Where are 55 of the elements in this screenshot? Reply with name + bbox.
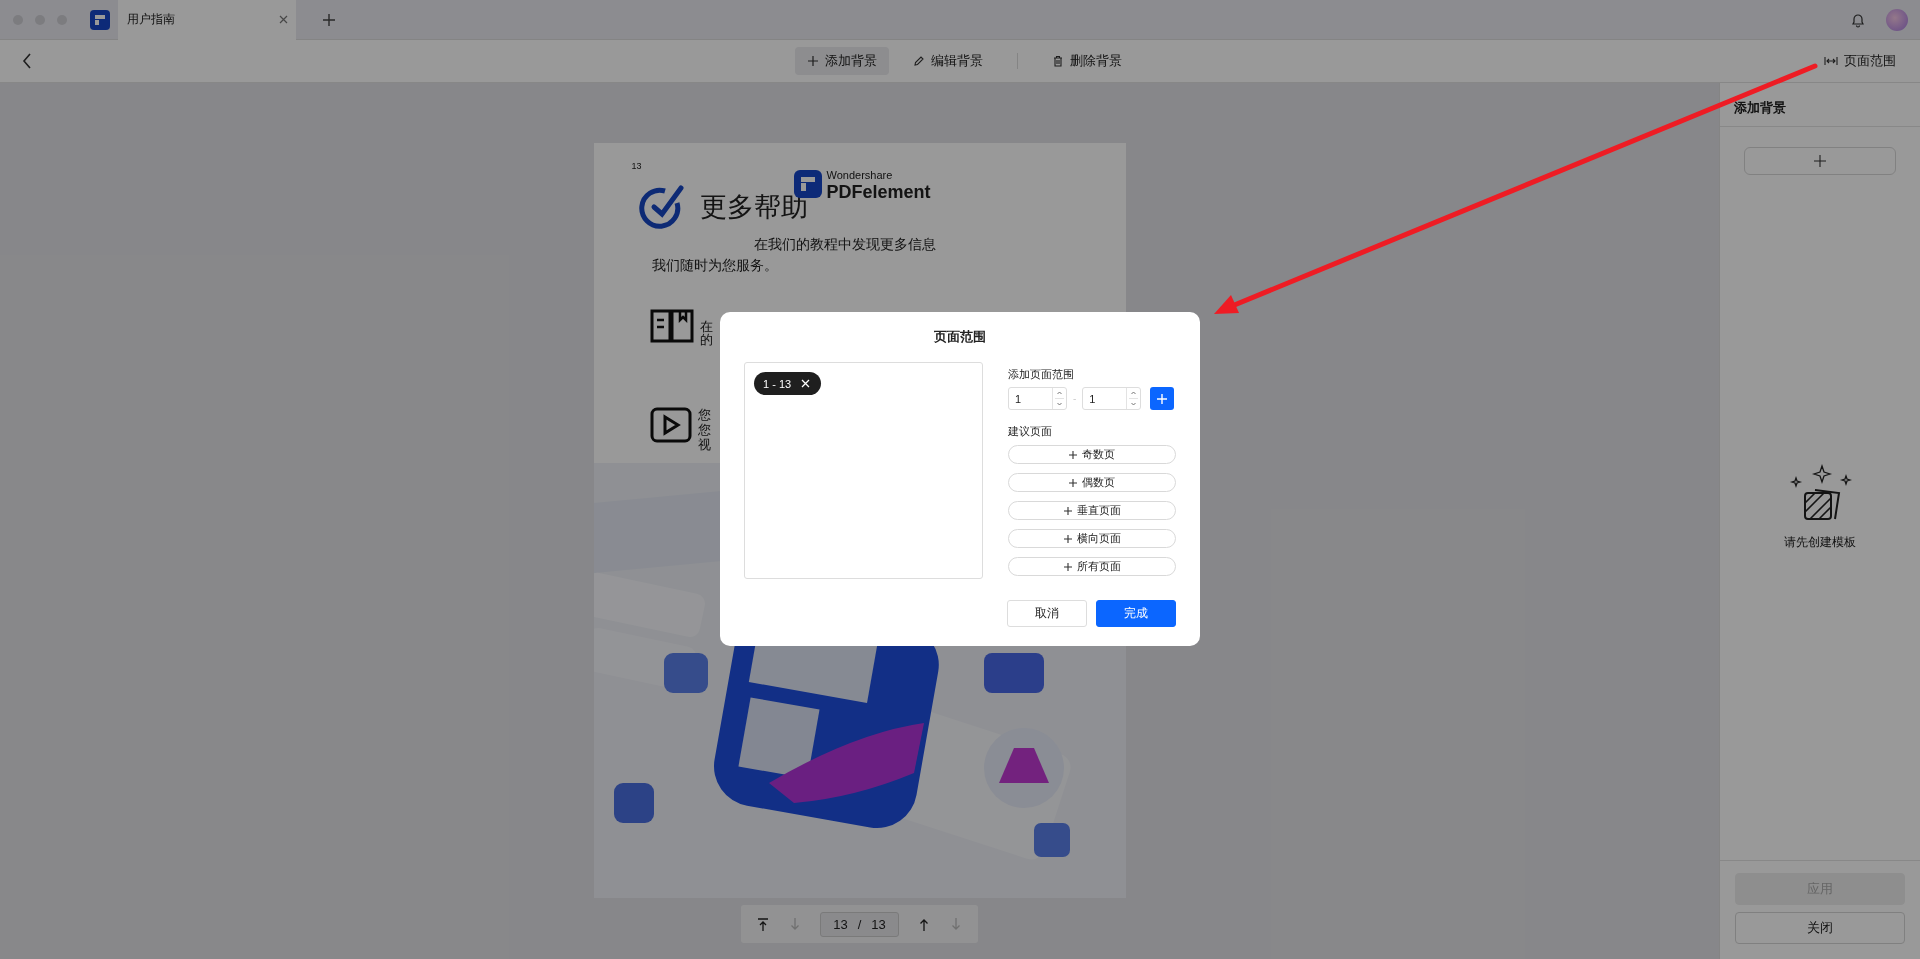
avatar-icon[interactable]: [1886, 8, 1908, 31]
panel-button[interactable]: 关闭: [1735, 912, 1905, 944]
plus-icon: [1069, 478, 1077, 487]
back-icon: [22, 53, 32, 69]
checkmark-icon: [638, 183, 687, 231]
close-icon: [279, 15, 288, 24]
dialog-title: 页面范围: [933, 328, 987, 346]
document-tab[interactable]: 用户指南: [118, 0, 296, 40]
width-icon: [1824, 56, 1838, 66]
page-number-spinner[interactable]: 1: [1082, 387, 1142, 410]
page-number-spinner[interactable]: 1: [1008, 387, 1067, 410]
page-text: 在: [699, 320, 713, 333]
brand-name: PDFelement: [826, 182, 931, 203]
toolbar-button[interactable]: 编辑背景: [901, 47, 995, 75]
add-range-button[interactable]: [1150, 387, 1175, 410]
toolbar-button[interactable]: 添加背景: [795, 47, 889, 75]
range-chip: 1 - 13: [754, 372, 822, 395]
page-text: 您: [697, 407, 711, 422]
section-label: 建议页面: [1008, 424, 1053, 438]
page-heading: 更多帮助: [699, 191, 808, 224]
app-logo-icon: [90, 9, 110, 30]
page-text: 您: [697, 422, 711, 437]
page-number-field[interactable]: 13 / 13: [820, 911, 899, 937]
page-text: 我们随时为您服务。: [651, 257, 778, 275]
done-button[interactable]: 完成: [1096, 600, 1176, 627]
page-range-button[interactable]: 页面范围: [1814, 47, 1906, 75]
plus-icon: [1157, 393, 1168, 404]
range-dash: -: [1073, 393, 1077, 404]
bell-icon: [1850, 11, 1866, 28]
cancel-button[interactable]: 取消: [1007, 600, 1087, 627]
plus-icon: [1063, 506, 1072, 515]
pencil-icon: [913, 55, 925, 67]
plus-icon: [1814, 155, 1826, 167]
page-subtitle: 在我们的教程中发现更多信息: [753, 236, 936, 254]
page-text: 视: [697, 437, 711, 452]
plus-icon: [1063, 534, 1072, 543]
remove-icon[interactable]: [801, 379, 811, 388]
plus-icon: [807, 55, 819, 67]
empty-state-text: 请先创建模板: [1784, 534, 1856, 551]
plus-icon: [1069, 450, 1077, 459]
jump-to-top-icon[interactable]: [756, 916, 771, 932]
page-number: 13: [631, 161, 642, 171]
brand-text: Wondershare: [826, 169, 893, 181]
play-icon: [649, 407, 692, 443]
add-template-button[interactable]: [1744, 147, 1896, 175]
trash-icon: [1052, 55, 1064, 67]
toolbar-button[interactable]: 删除背景: [1040, 47, 1134, 75]
plus-icon: [1063, 562, 1072, 571]
stepper-icon: [1126, 388, 1141, 409]
stepper-icon: [1052, 388, 1066, 409]
add-tab-icon: [322, 12, 336, 27]
page-text: 的: [699, 333, 713, 346]
panel-title: 添加背景: [1734, 99, 1786, 117]
book-icon: [649, 308, 694, 344]
section-label: 添加页面范围: [1008, 367, 1075, 381]
